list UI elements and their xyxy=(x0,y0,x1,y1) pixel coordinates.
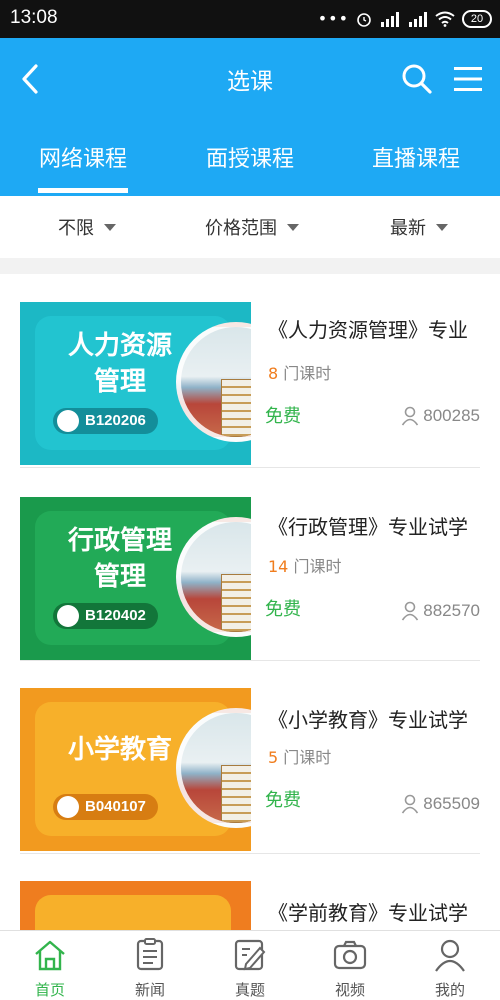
section-separator xyxy=(0,258,500,274)
course-thumbnail: 小学教育 B040107 xyxy=(20,688,251,851)
course-list-item[interactable]: 人力资源 管理 B120206 《人力资源管理》专业 8 门课时 免费 8002… xyxy=(0,274,500,467)
list-divider xyxy=(20,660,480,661)
status-bar: 13:08 ••• 20 xyxy=(0,0,500,38)
course-code-badge: B040107 xyxy=(53,794,158,820)
active-tab-indicator xyxy=(38,188,128,193)
battery-icon: 20 xyxy=(462,10,492,28)
person-icon xyxy=(402,601,419,621)
books-image xyxy=(221,574,251,632)
course-thumbnail xyxy=(20,881,251,930)
course-list-item[interactable]: 行政管理 管理 B120402 《行政管理》专业试学 14 门课时 免费 882… xyxy=(0,467,500,660)
caret-down-icon xyxy=(104,223,116,231)
tab-face-to-face-courses[interactable]: 面授课程 xyxy=(167,141,333,173)
student-count: 800285 xyxy=(401,406,480,426)
student-count-value: 800285 xyxy=(423,406,480,425)
lesson-count-line: 14 门课时 xyxy=(268,553,341,577)
course-price: 免费 xyxy=(265,599,301,620)
caret-down-icon xyxy=(287,223,299,231)
filter-category[interactable]: 不限 xyxy=(58,214,116,240)
profile-icon xyxy=(435,939,465,972)
books-image xyxy=(221,379,251,437)
lesson-unit: 门课时 xyxy=(293,557,342,576)
notification-dots-icon: ••• xyxy=(317,9,349,28)
nav-label: 首页 xyxy=(34,981,65,999)
nav-item-exam[interactable]: 真题 xyxy=(200,937,300,999)
nav-item-profile[interactable]: 我的 xyxy=(400,937,500,999)
bottom-nav: 首页 新闻 真题 视频 我的 xyxy=(0,930,500,1000)
course-title: 《行政管理》专业试学 xyxy=(268,515,468,539)
course-code-badge: B120206 xyxy=(53,408,158,434)
nav-label: 真题 xyxy=(234,981,265,999)
caret-down-icon xyxy=(436,223,448,231)
course-code-badge: B120402 xyxy=(53,603,158,629)
course-thumbnail: 人力资源 管理 B120206 xyxy=(20,302,251,465)
camera-icon xyxy=(333,940,367,970)
filter-sort[interactable]: 最新 xyxy=(390,214,448,240)
student-count: 882570 xyxy=(401,601,480,621)
school-logo-icon xyxy=(57,605,79,627)
status-icons: ••• 20 xyxy=(318,9,492,29)
course-list-item[interactable]: 《学前教育》专业试学 xyxy=(0,853,500,930)
filter-sort-label: 最新 xyxy=(390,218,426,239)
tab-live-courses[interactable]: 直播课程 xyxy=(333,141,499,173)
list-divider xyxy=(20,467,480,468)
course-price: 免费 xyxy=(265,790,301,811)
home-icon xyxy=(35,940,65,971)
person-icon xyxy=(402,406,419,426)
nav-label: 新闻 xyxy=(134,981,165,999)
student-count: 865509 xyxy=(401,794,480,814)
student-count-value: 865509 xyxy=(423,794,480,813)
list-divider xyxy=(20,853,480,854)
thumbnail-panel xyxy=(35,895,231,930)
nav-item-home[interactable]: 首页 xyxy=(0,937,100,999)
school-logo-icon xyxy=(57,410,79,432)
nav-item-news[interactable]: 新闻 xyxy=(100,937,200,999)
course-code: B120206 xyxy=(85,412,146,429)
search-icon[interactable] xyxy=(400,62,434,96)
tab-online-courses[interactable]: 网络课程 xyxy=(0,141,166,173)
course-code: B120402 xyxy=(85,607,146,624)
menu-icon[interactable] xyxy=(452,64,484,94)
wifi-icon xyxy=(435,11,455,27)
books-image xyxy=(221,765,251,823)
nav-label: 视频 xyxy=(334,981,365,999)
school-logo-icon xyxy=(57,796,79,818)
signal-hd-icon xyxy=(381,12,399,27)
course-title: 《学前教育》专业试学 xyxy=(268,901,468,925)
alarm-icon xyxy=(357,13,371,27)
filter-bar: 不限 价格范围 最新 xyxy=(0,196,500,258)
nav-label: 我的 xyxy=(434,981,465,999)
course-price: 免费 xyxy=(265,406,301,427)
course-title: 《小学教育》专业试学 xyxy=(268,708,468,732)
course-code: B040107 xyxy=(85,798,146,815)
lesson-count-line: 8 门课时 xyxy=(268,360,331,384)
course-thumbnail: 行政管理 管理 B120402 xyxy=(20,497,251,660)
app-header: 选课 网络课程 面授课程 直播课程 xyxy=(0,38,500,196)
signal-icon xyxy=(409,12,427,27)
filter-price-range[interactable]: 价格范围 xyxy=(205,214,299,240)
lesson-count: 5 xyxy=(268,748,279,767)
lesson-unit: 门课时 xyxy=(283,748,332,767)
lesson-unit: 门课时 xyxy=(283,364,332,383)
news-icon xyxy=(136,938,164,971)
filter-price-range-label: 价格范围 xyxy=(205,218,277,239)
person-icon xyxy=(402,794,419,814)
lesson-count: 8 xyxy=(268,364,279,383)
student-count-value: 882570 xyxy=(423,601,480,620)
lesson-count-line: 5 门课时 xyxy=(268,744,331,768)
lesson-count: 14 xyxy=(268,557,289,576)
nav-item-video[interactable]: 视频 xyxy=(300,937,400,999)
filter-category-label: 不限 xyxy=(58,218,94,239)
course-title: 《人力资源管理》专业 xyxy=(268,318,468,342)
course-list-item[interactable]: 小学教育 B040107 《小学教育》专业试学 5 门课时 免费 865509 xyxy=(0,660,500,853)
status-time: 13:08 xyxy=(10,7,58,28)
exam-icon xyxy=(234,939,266,971)
